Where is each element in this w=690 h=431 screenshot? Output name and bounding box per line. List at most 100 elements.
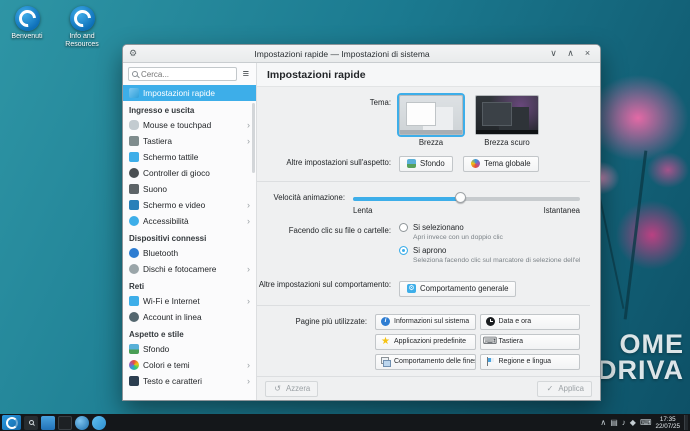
theme-label: Tema:: [257, 95, 399, 107]
search-icon: [29, 420, 34, 425]
separator: [257, 305, 590, 306]
page-button-comportamento-finestre[interactable]: Comportamento delle finestre: [375, 354, 476, 370]
desktop-icon-benvenuti[interactable]: Benvenuti: [0, 6, 54, 41]
sidebar-item-tastiera[interactable]: Tastiera ›: [123, 133, 256, 149]
star-icon: ★: [381, 337, 390, 346]
sound-icon: [129, 184, 139, 194]
theme-preview-light[interactable]: [399, 95, 463, 135]
radio-si-selezionano[interactable]: Si selezionano: [399, 223, 580, 232]
global-theme-button[interactable]: Tema globale: [463, 156, 538, 172]
chevron-right-icon: ›: [247, 297, 250, 306]
tray-network-icon[interactable]: ◆: [630, 419, 636, 427]
slider-label-fast: Istantanea: [544, 206, 580, 215]
theme-card-brezza[interactable]: Brezza: [399, 95, 463, 147]
taskbar-software-center-button[interactable]: [92, 416, 106, 430]
radio-unchecked-icon[interactable]: [399, 223, 408, 232]
page-footer: ↺ Azzera ✓ Applica: [257, 376, 600, 400]
desktop-icon-label: Info and Resources: [52, 33, 112, 49]
maximize-button[interactable]: ∧: [564, 49, 577, 58]
sidebar-item-dischi-fotocamere[interactable]: Dischi e fotocamere ›: [123, 261, 256, 277]
click-behavior-label: Facendo clic su file o cartelle:: [257, 223, 399, 235]
page-button-regione-lingua[interactable]: Regione e lingua: [480, 354, 581, 370]
radio-si-aprono[interactable]: Si aprono: [399, 246, 580, 255]
search-box[interactable]: [128, 67, 237, 81]
sidebar-item-controller-gioco[interactable]: Controller di gioco: [123, 165, 256, 181]
taskbar-terminal-button[interactable]: [58, 416, 72, 430]
sidebar-item-testo-caratteri[interactable]: Testo e caratteri ›: [123, 373, 256, 389]
watermark-line-1: OME: [597, 331, 684, 357]
windows-icon: [381, 357, 390, 366]
page-button-applicazioni-predefinite[interactable]: ★ Applicazioni predefinite: [375, 334, 476, 350]
window-icon: ⚙: [129, 49, 137, 58]
apply-button[interactable]: ✓ Applica: [537, 381, 592, 397]
tray-keyboard-icon[interactable]: ⌨: [640, 419, 652, 427]
page-button-informazioni-sistema[interactable]: i Informazioni sul sistema: [375, 314, 476, 330]
taskbar: ∧ ▤ ♪ ◆ ⌨ 17:35 22/07/25: [0, 414, 690, 431]
minimize-button[interactable]: ∨: [547, 49, 560, 58]
taskbar-clock[interactable]: 17:35 22/07/25: [655, 416, 680, 430]
page-title: Impostazioni rapide: [257, 63, 600, 87]
section-aspetto-stile: Aspetto e stile: [123, 325, 256, 341]
disks-icon: [129, 264, 139, 274]
region-flag-icon: [486, 357, 495, 366]
chevron-right-icon: ›: [247, 377, 250, 386]
reset-button[interactable]: ↺ Azzera: [265, 381, 318, 397]
sidebar-item-colori-temi[interactable]: Colori e temi ›: [123, 357, 256, 373]
touchscreen-icon: [129, 152, 139, 162]
general-behavior-button[interactable]: ⚙ Comportamento generale: [399, 281, 516, 297]
sidebar-item-schermo-tattile[interactable]: Schermo tattile: [123, 149, 256, 165]
window-titlebar[interactable]: ⚙ Impostazioni rapide — Impostazioni di …: [123, 45, 600, 63]
show-desktop-button[interactable]: [684, 415, 688, 430]
page-button-tastiera[interactable]: ⌨ Tastiera: [480, 334, 581, 350]
taskbar-browser-button[interactable]: [75, 416, 89, 430]
sidebar-item-mouse-touchpad[interactable]: Mouse e touchpad ›: [123, 117, 256, 133]
sidebar-item-sfondo[interactable]: Sfondo: [123, 341, 256, 357]
sidebar-item-bluetooth[interactable]: Bluetooth: [123, 245, 256, 261]
tray-clipboard-icon[interactable]: ▤: [610, 419, 618, 427]
settings-sidebar: ≡ Impostazioni rapide Ingresso e uscita …: [123, 63, 257, 400]
wifi-icon: [129, 296, 139, 306]
close-button[interactable]: ×: [581, 49, 594, 58]
info-icon: i: [381, 317, 390, 326]
sidebar-item-suono[interactable]: Suono: [123, 181, 256, 197]
mouse-icon: [129, 120, 139, 130]
appearance-label: Altre impostazioni sull'aspetto:: [257, 155, 399, 167]
taskbar-file-manager-button[interactable]: [41, 416, 55, 430]
tray-expand-icon[interactable]: ∧: [600, 419, 606, 427]
chevron-right-icon: ›: [247, 217, 250, 226]
desktop-icon-info-resources[interactable]: Info and Resources: [52, 6, 112, 49]
quick-settings-page: Impostazioni rapide Tema: Brezza: [257, 63, 600, 400]
sidebar-menu-button[interactable]: ≡: [241, 69, 251, 80]
sidebar-item-wifi-internet[interactable]: Wi-Fi e Internet ›: [123, 293, 256, 309]
sidebar-item-schermo-video[interactable]: Schermo e video ›: [123, 197, 256, 213]
sidebar-item-impostazioni-rapide[interactable]: Impostazioni rapide: [123, 85, 256, 101]
watermark-line-2: DRIVA: [597, 357, 684, 383]
chevron-right-icon: ›: [247, 137, 250, 146]
search-input[interactable]: [141, 70, 233, 79]
animation-speed-slider[interactable]: [353, 192, 580, 204]
taskbar-search-button[interactable]: [24, 416, 38, 430]
slider-label-slow: Lenta: [353, 206, 373, 215]
separator: [257, 181, 590, 182]
online-accounts-icon: [129, 312, 139, 322]
slider-handle[interactable]: [455, 192, 466, 203]
desktop-icon-label: Benvenuti: [0, 33, 54, 41]
sidebar-item-accessibilita[interactable]: Accessibilità ›: [123, 213, 256, 229]
radio-checked-icon[interactable]: [399, 246, 408, 255]
theme-preview-dark[interactable]: [475, 95, 539, 135]
global-theme-icon: [471, 159, 480, 168]
start-menu-button[interactable]: [2, 415, 21, 430]
sidebar-item-account-linea[interactable]: Account in linea: [123, 309, 256, 325]
wallpaper-watermark: OME DRIVA: [597, 331, 684, 383]
wallpaper-button[interactable]: Sfondo: [399, 156, 453, 172]
display-icon: [129, 200, 139, 210]
animation-speed-label: Velocità animazione:: [257, 190, 353, 202]
page-button-data-ora[interactable]: Data e ora: [480, 314, 581, 330]
tray-volume-icon[interactable]: ♪: [622, 419, 626, 427]
sidebar-scrollbar[interactable]: [252, 103, 255, 173]
keyboard-icon: [129, 136, 139, 146]
theme-name: Brezza: [399, 138, 463, 147]
chevron-right-icon: ›: [247, 361, 250, 370]
theme-card-brezza-scuro[interactable]: Brezza scuro: [475, 95, 539, 147]
behavior-label: Altre impostazioni sul comportamento:: [257, 277, 399, 289]
